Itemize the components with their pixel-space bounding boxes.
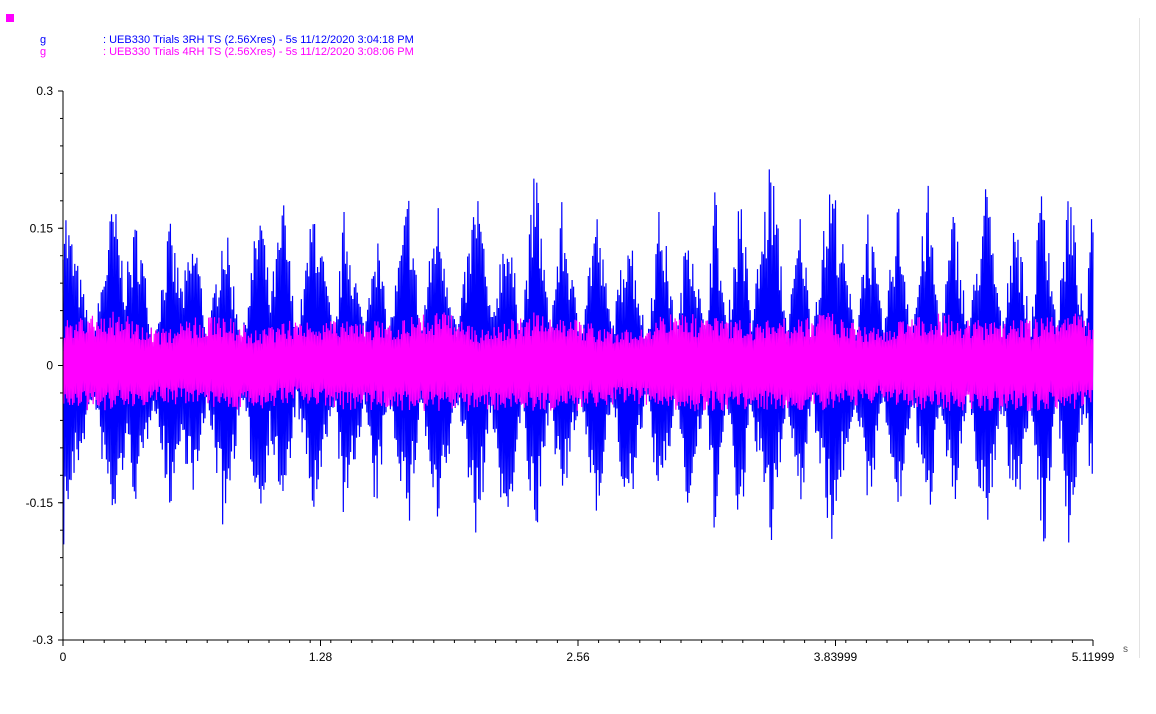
y-tick-label: 0.15 [30,221,54,235]
x-tick-label: 3.83999 [814,650,858,664]
x-tick-label: 2.56 [566,650,590,664]
y-tick-label: -0.15 [26,496,54,510]
series-layer [62,169,1094,545]
x-tick-label: 1.28 [309,650,333,664]
y-tick-label: 0.3 [36,84,53,98]
x-tick-label: 0 [60,650,67,664]
x-axis-unit: s [1123,644,1128,655]
y-tick-label: -0.3 [32,633,53,647]
time-series-chart: 0.3 0.15 0 -0.15 -0.3 0 1.28 2.56 3.83999 5.11999… [26,84,1128,664]
y-tick-label: 0 [46,359,53,373]
x-tick-label: 5.11999 [1072,650,1115,664]
